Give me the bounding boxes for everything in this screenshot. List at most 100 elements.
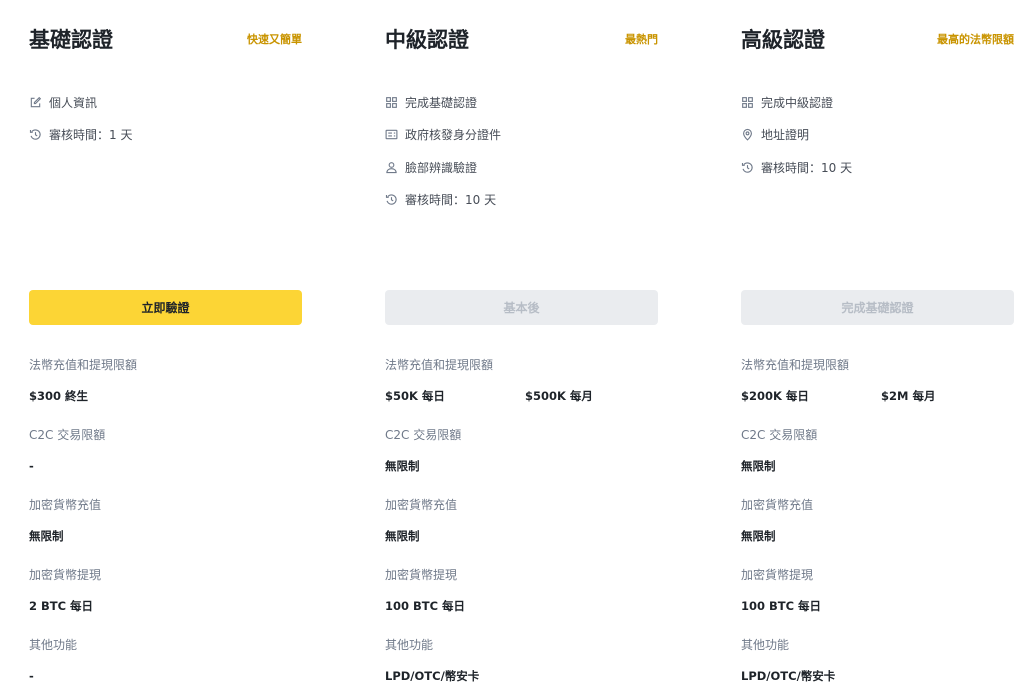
limit-values: 無限制 <box>385 527 658 545</box>
requirement-text: 審核時間：10 天 <box>761 160 853 175</box>
limit-group-other: 其他功能 - <box>29 630 302 691</box>
limit-group-crypto-withdraw: 加密貨幣提現 100 BTC 每日 <box>385 560 658 630</box>
limit-label: 其他功能 <box>385 638 434 652</box>
requirement-item: 完成中級認證 <box>741 86 1014 119</box>
limit-label: 法幣充值和提現限額 <box>29 358 138 372</box>
verify-now-button[interactable]: 立即驗證 <box>29 290 302 325</box>
tier-title: 高級認證 <box>741 28 825 52</box>
limit-group-crypto-deposit: 加密貨幣充值 無限制 <box>29 490 302 560</box>
requirement-item: 完成基礎認證 <box>385 86 658 119</box>
limit-group-fiat: 法幣充值和提現限額 $200K 每日 $2M 每月 <box>741 350 1014 420</box>
limit-label: 其他功能 <box>29 638 78 652</box>
limit-group-fiat: 法幣充值和提現限額 $300 終生 <box>29 350 302 420</box>
limit-value-monthly: $500K 每月 <box>525 389 593 403</box>
limit-label: 加密貨幣充值 <box>29 498 102 512</box>
requirements-list: 完成基礎認證 政府核發身分證件 臉部辨識驗證 審核時間：10 天 <box>385 86 658 216</box>
limit-value: 無限制 <box>29 529 64 543</box>
limit-values: - <box>29 667 302 685</box>
requirements-list: 個人資訊 審核時間：1 天 <box>29 86 302 151</box>
limit-group-other: 其他功能 LPD/OTC/幣安卡 <box>741 630 1014 691</box>
requirement-item: 審核時間：1 天 <box>29 119 302 152</box>
tier-basic: 基礎認證 快速又簡單 個人資訊 審核時間：1 天 立即驗證 法幣充值和提現限額 … <box>29 0 302 691</box>
requirement-item: 地址證明 <box>741 119 1014 152</box>
limit-label: 其他功能 <box>741 638 790 652</box>
requirement-text: 審核時間：10 天 <box>405 193 497 208</box>
location-pin-icon <box>741 128 754 141</box>
clock-icon <box>29 128 42 141</box>
tier-tag: 最熱門 <box>625 33 658 46</box>
limit-values: - <box>29 457 302 475</box>
limit-label: C2C 交易限額 <box>741 428 818 442</box>
tier-title: 中級認證 <box>385 28 469 52</box>
limit-group-crypto-withdraw: 加密貨幣提現 2 BTC 每日 <box>29 560 302 630</box>
limits-section: 法幣充值和提現限額 $200K 每日 $2M 每月 C2C 交易限額 無限制 加… <box>741 350 1014 691</box>
limit-values: LPD/OTC/幣安卡 <box>741 667 1014 685</box>
limit-group-c2c: C2C 交易限額 無限制 <box>385 420 658 490</box>
limit-value: $300 終生 <box>29 389 89 403</box>
edit-icon <box>29 96 42 109</box>
limit-label: 加密貨幣提現 <box>385 568 458 582</box>
clock-icon <box>385 193 398 206</box>
requirements-list: 完成中級認證 地址證明 審核時間：10 天 <box>741 86 1014 184</box>
tier-header: 高級認證 最高的法幣限額 <box>741 24 1014 56</box>
tier-title: 基礎認證 <box>29 28 113 52</box>
limit-value: - <box>29 669 34 683</box>
limit-value-daily: $50K 每日 <box>385 389 445 403</box>
grid-icon <box>741 96 754 109</box>
advanced-disabled-button: 完成基礎認證 <box>741 290 1014 325</box>
tier-tag: 最高的法幣限額 <box>937 33 1014 46</box>
requirement-item: 審核時間：10 天 <box>385 184 658 217</box>
requirement-text: 審核時間：1 天 <box>49 128 133 143</box>
limit-values: LPD/OTC/幣安卡 <box>385 667 658 685</box>
limit-values: 2 BTC 每日 <box>29 597 302 615</box>
limit-value-daily: $200K 每日 <box>741 389 809 403</box>
limit-label: 加密貨幣提現 <box>741 568 814 582</box>
requirement-text: 完成基礎認證 <box>405 95 478 110</box>
tier-header: 中級認證 最熱門 <box>385 24 658 56</box>
limits-section: 法幣充值和提現限額 $50K 每日 $500K 每月 C2C 交易限額 無限制 … <box>385 350 658 691</box>
requirement-text: 完成中級認證 <box>761 95 834 110</box>
limit-values: 無限制 <box>29 527 302 545</box>
limit-group-c2c: C2C 交易限額 無限制 <box>741 420 1014 490</box>
limit-value: 100 BTC 每日 <box>741 599 822 613</box>
limit-label: C2C 交易限額 <box>385 428 462 442</box>
requirement-item: 臉部辨識驗證 <box>385 151 658 184</box>
requirement-item: 政府核發身分證件 <box>385 119 658 152</box>
limit-group-crypto-deposit: 加密貨幣充值 無限制 <box>741 490 1014 560</box>
limit-value: 100 BTC 每日 <box>385 599 466 613</box>
limit-label: 加密貨幣充值 <box>385 498 458 512</box>
limit-label: C2C 交易限額 <box>29 428 106 442</box>
limit-label: 加密貨幣提現 <box>29 568 102 582</box>
verification-levels-page: 基礎認證 快速又簡單 個人資訊 審核時間：1 天 立即驗證 法幣充值和提現限額 … <box>0 0 1024 691</box>
requirement-text: 臉部辨識驗證 <box>405 160 478 175</box>
limit-label: 法幣充值和提現限額 <box>741 358 850 372</box>
limit-value: 無限制 <box>385 529 420 543</box>
requirement-item: 個人資訊 <box>29 86 302 119</box>
requirement-text: 地址證明 <box>761 128 810 143</box>
limit-value-monthly: $2M 每月 <box>881 389 936 403</box>
limit-value: LPD/OTC/幣安卡 <box>741 669 836 683</box>
limit-value: - <box>29 459 34 473</box>
requirement-text: 政府核發身分證件 <box>405 128 502 143</box>
limit-group-fiat: 法幣充值和提現限額 $50K 每日 $500K 每月 <box>385 350 658 420</box>
limit-value: 無限制 <box>741 459 776 473</box>
limit-label: 加密貨幣充值 <box>741 498 814 512</box>
limit-values: $300 終生 <box>29 387 302 405</box>
limit-values: 無限制 <box>741 457 1014 475</box>
grid-icon <box>385 96 398 109</box>
limit-values: $200K 每日 $2M 每月 <box>741 387 1014 405</box>
limit-label: 法幣充值和提現限額 <box>385 358 494 372</box>
limit-group-c2c: C2C 交易限額 - <box>29 420 302 490</box>
intermediate-disabled-button: 基本後 <box>385 290 658 325</box>
tier-header: 基礎認證 快速又簡單 <box>29 24 302 56</box>
limit-value: 無限制 <box>385 459 420 473</box>
limit-values: 100 BTC 每日 <box>741 597 1014 615</box>
requirement-text: 個人資訊 <box>49 95 98 110</box>
requirement-item: 審核時間：10 天 <box>741 151 1014 184</box>
limit-values: 100 BTC 每日 <box>385 597 658 615</box>
limit-values: 無限制 <box>741 527 1014 545</box>
limit-values: $50K 每日 $500K 每月 <box>385 387 658 405</box>
id-card-icon <box>385 128 398 141</box>
limit-value: LPD/OTC/幣安卡 <box>385 669 480 683</box>
tier-tag: 快速又簡單 <box>247 33 302 46</box>
